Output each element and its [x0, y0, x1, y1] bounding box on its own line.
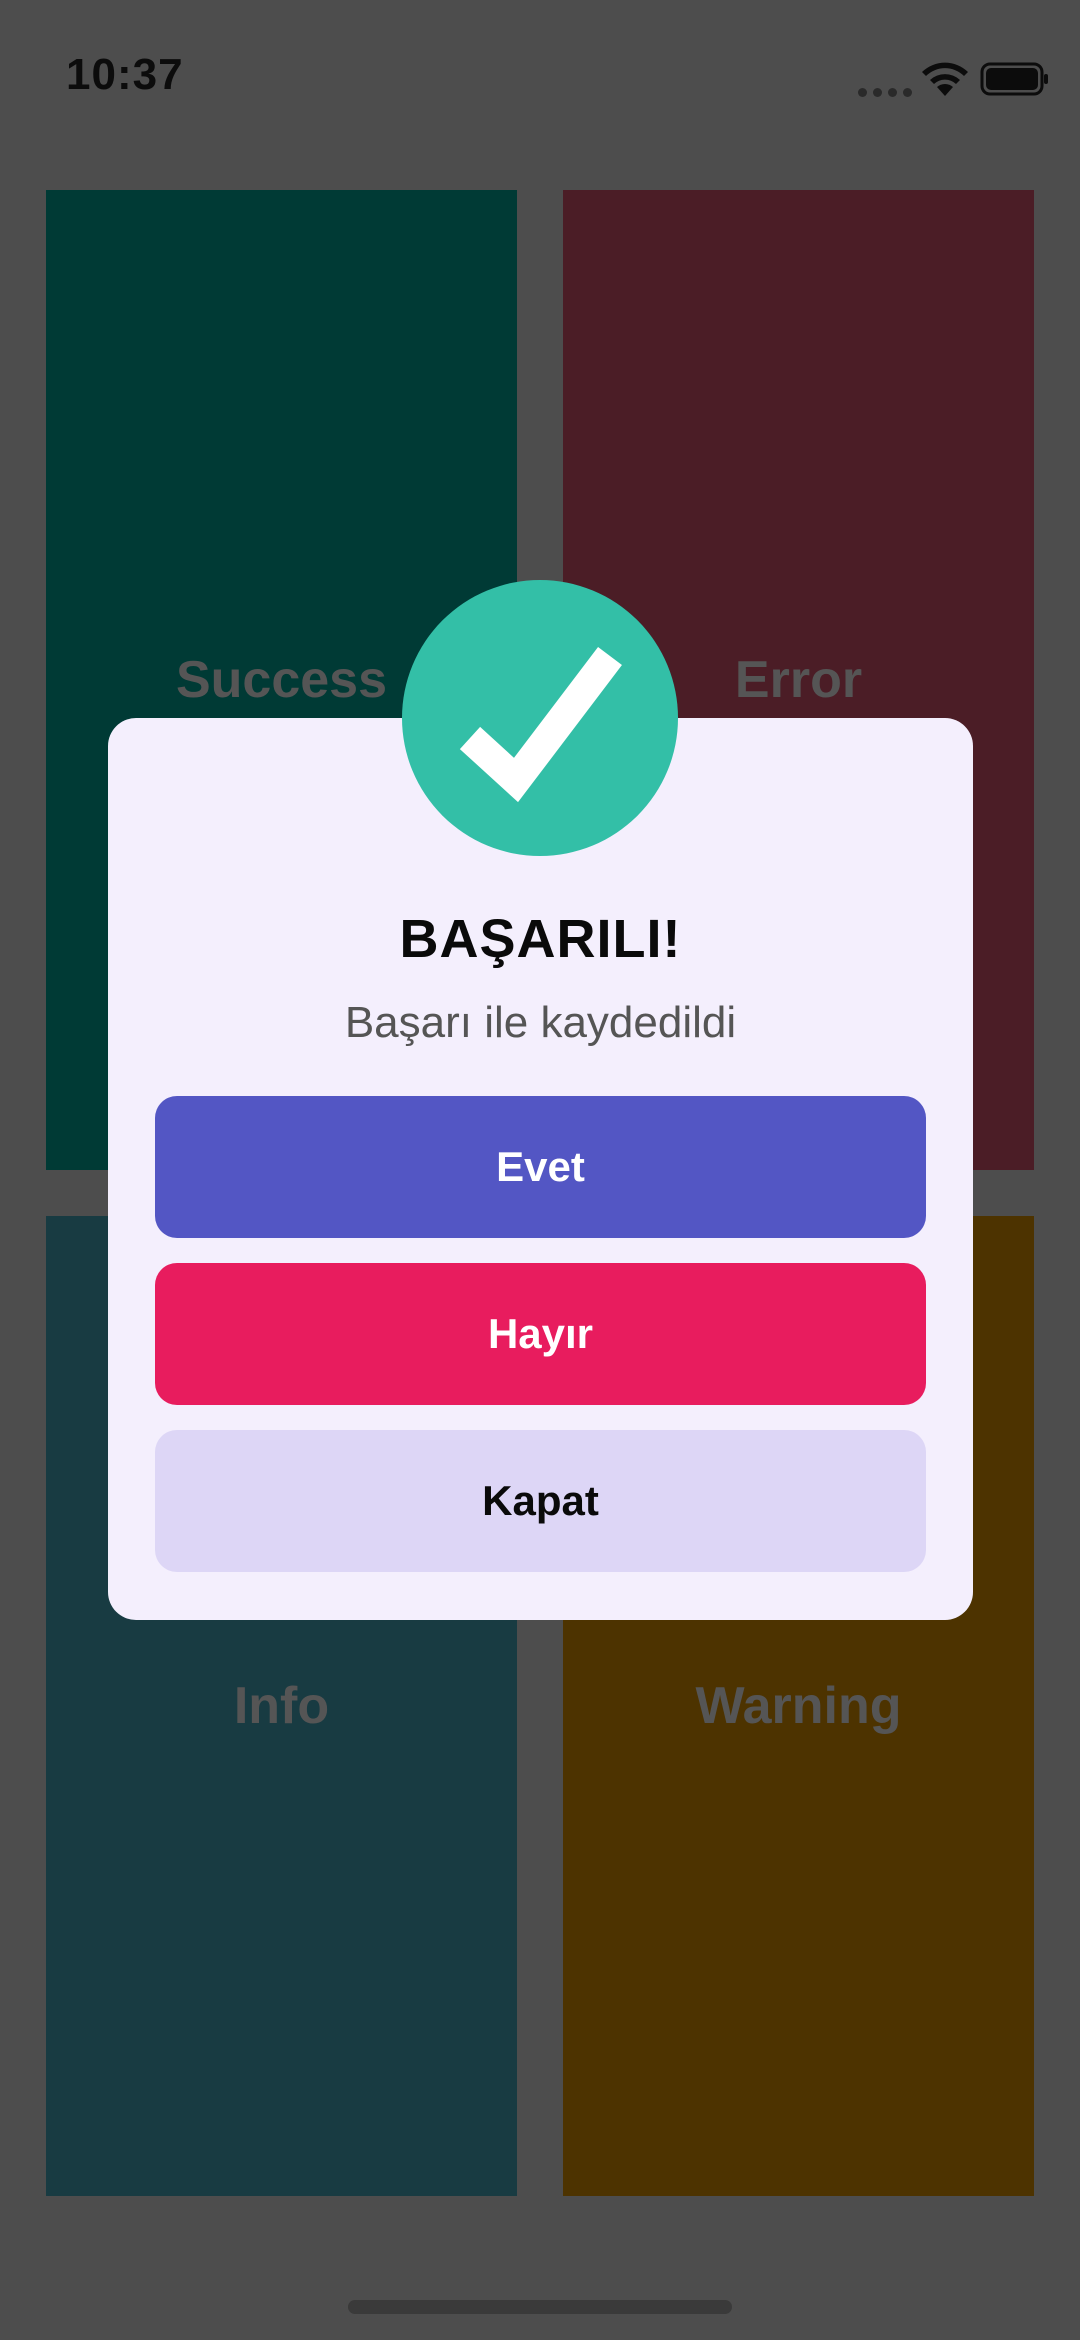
success-badge: [402, 580, 678, 856]
wifi-icon: [922, 62, 968, 96]
status-bar: 10:37: [0, 0, 1080, 150]
close-button[interactable]: Kapat: [155, 1430, 926, 1572]
tile-warning-label: Warning: [695, 1677, 902, 1735]
home-indicator[interactable]: [348, 2300, 732, 2314]
signal-dots-icon: [858, 84, 918, 102]
dialog-message: Başarı ile kaydedildi: [344, 998, 737, 1047]
no-button[interactable]: Hayır: [155, 1263, 926, 1405]
battery-icon: [980, 62, 1048, 96]
status-time: 10:37: [66, 50, 184, 99]
tile-info-label: Info: [233, 1677, 330, 1735]
dialog-title: BAŞARILI!: [399, 909, 682, 969]
checkmark-icon: [459, 646, 622, 803]
yes-button[interactable]: Evet: [155, 1096, 926, 1238]
